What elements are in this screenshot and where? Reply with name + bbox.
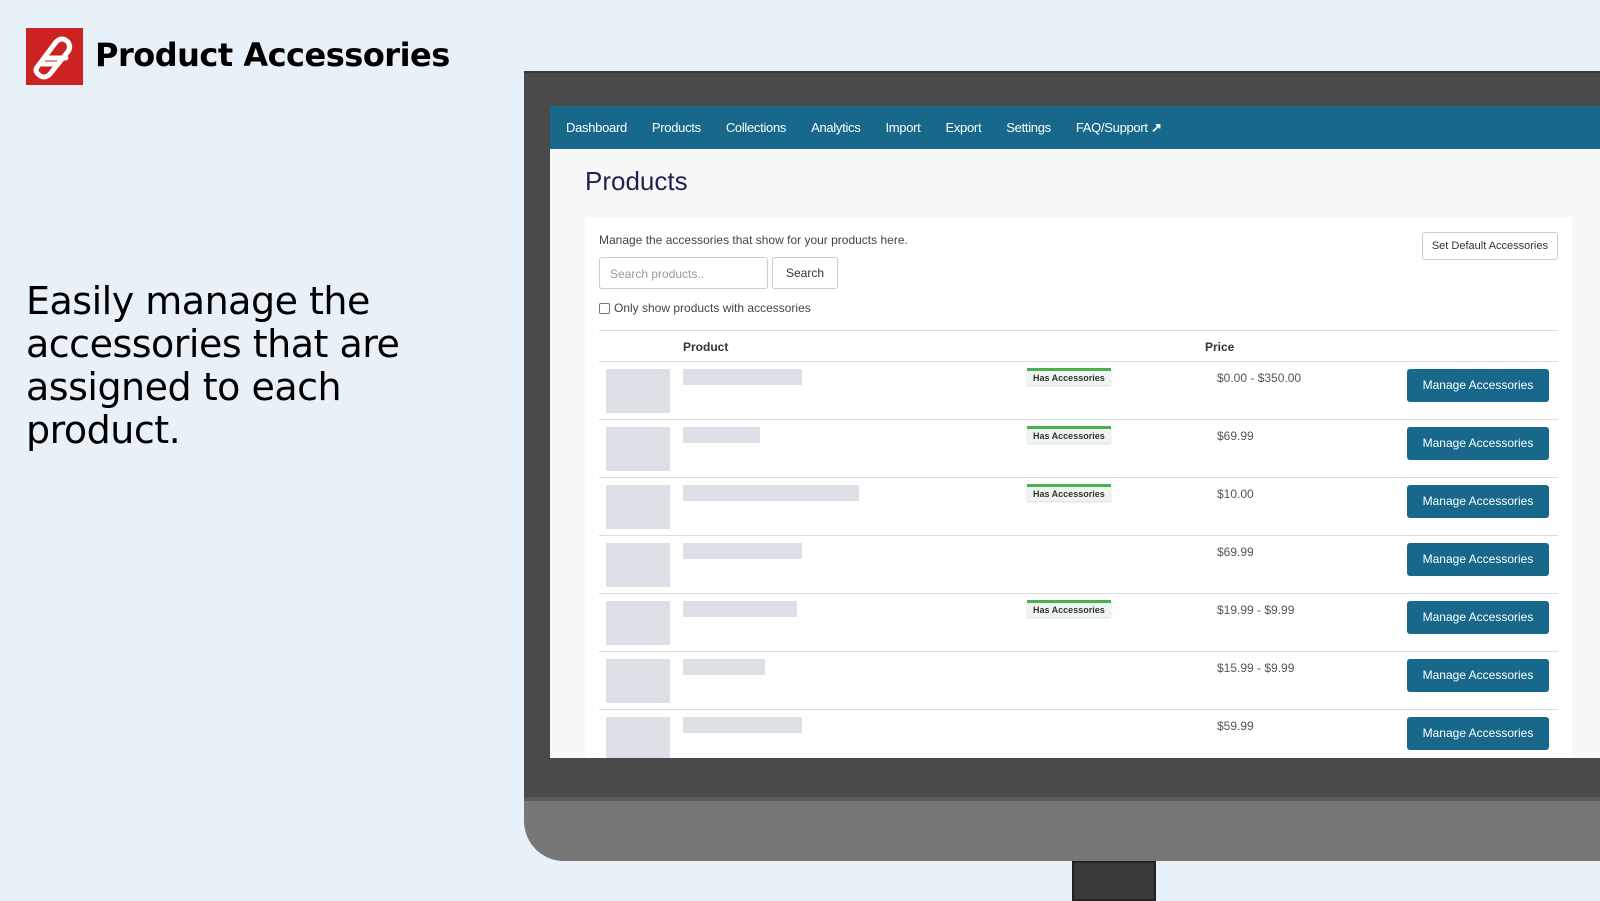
products-table: Product Price Has Accessories $0.00 - $35… — [599, 330, 1558, 758]
product-thumbnail — [606, 543, 670, 587]
product-thumbnail — [606, 369, 670, 413]
accessories-filter[interactable]: Only show products with accessories — [599, 301, 811, 315]
products-card: Manage the accessories that show for you… — [585, 217, 1572, 758]
monitor-chin — [524, 797, 1600, 861]
header-product: Product — [683, 340, 729, 354]
search-input[interactable]: Search products.. — [599, 257, 768, 289]
has-accessories-badge: Has Accessories — [1027, 426, 1111, 443]
product-name-redacted[interactable] — [683, 717, 802, 733]
product-name-redacted[interactable] — [683, 369, 802, 385]
nav-item-dashboard[interactable]: Dashboard — [566, 120, 627, 135]
external-link-icon: ↗ — [1147, 119, 1162, 135]
product-name-redacted[interactable] — [683, 659, 765, 675]
app-screen: Dashboard Products Collections Analytics Imp… — [550, 106, 1600, 758]
nav-item-collections[interactable]: Collections — [726, 120, 787, 135]
brand-title: Product Accessories — [95, 36, 450, 74]
nav-item-faq-support[interactable]: FAQ/Support ↗ — [1076, 120, 1162, 136]
filter-checkbox[interactable] — [599, 302, 610, 314]
manage-accessories-button[interactable]: Manage Accessories — [1407, 601, 1549, 634]
has-accessories-badge: Has Accessories — [1027, 368, 1111, 385]
table-row: Has Accessories $10.00 Manage Accessories — [599, 478, 1558, 536]
table-header: Product Price — [599, 330, 1558, 362]
nav-item-import[interactable]: Import — [885, 120, 920, 135]
manage-accessories-button[interactable]: Manage Accessories — [1407, 369, 1549, 402]
product-thumbnail — [606, 659, 670, 703]
product-price: $19.99 - $9.99 — [1217, 603, 1295, 617]
filter-label: Only show products with accessories — [614, 301, 811, 315]
nav-item-analytics[interactable]: Analytics — [811, 120, 861, 135]
header-price: Price — [1205, 340, 1235, 354]
manage-accessories-button[interactable]: Manage Accessories — [1407, 543, 1549, 576]
monitor-stand — [1072, 861, 1156, 901]
has-accessories-badge: Has Accessories — [1027, 484, 1111, 501]
table-row: $15.99 - $9.99 Manage Accessories — [599, 652, 1558, 710]
search-button[interactable]: Search — [772, 257, 838, 289]
manage-accessories-button[interactable]: Manage Accessories — [1407, 485, 1549, 518]
manage-accessories-button[interactable]: Manage Accessories — [1407, 659, 1549, 692]
page-description: Manage the accessories that show for you… — [599, 233, 908, 247]
product-name-redacted[interactable] — [683, 485, 859, 501]
table-row: $69.99 Manage Accessories — [599, 536, 1558, 594]
nav-item-export[interactable]: Export — [945, 120, 981, 135]
has-accessories-badge: Has Accessories — [1027, 600, 1111, 617]
product-thumbnail — [606, 485, 670, 529]
page-title: Products — [585, 166, 688, 196]
tagline: Easily manage the accessories that are a… — [26, 279, 400, 452]
app-logo — [26, 28, 83, 85]
product-name-redacted[interactable] — [683, 427, 760, 443]
nav-item-products[interactable]: Products — [652, 120, 701, 135]
product-thumbnail — [606, 717, 670, 758]
table-row: Has Accessories $69.99 Manage Accessories — [599, 420, 1558, 478]
manage-accessories-button[interactable]: Manage Accessories — [1407, 717, 1549, 750]
table-row: $59.99 Manage Accessories — [599, 710, 1558, 758]
product-price: $69.99 — [1217, 429, 1254, 443]
top-nav: Dashboard Products Collections Analytics Imp… — [550, 106, 1600, 149]
manage-accessories-button[interactable]: Manage Accessories — [1407, 427, 1549, 460]
product-price: $59.99 — [1217, 719, 1254, 733]
product-price: $10.00 — [1217, 487, 1254, 501]
product-name-redacted[interactable] — [683, 543, 802, 559]
table-row: Has Accessories $19.99 - $9.99 Manage Acc… — [599, 594, 1558, 652]
product-name-redacted[interactable] — [683, 601, 797, 617]
nav-item-settings[interactable]: Settings — [1006, 120, 1051, 135]
set-default-accessories-button[interactable]: Set Default Accessories — [1421, 232, 1558, 260]
product-price: $69.99 — [1217, 545, 1254, 559]
product-thumbnail — [606, 601, 670, 645]
nav-item-label: FAQ/Support — [1075, 119, 1148, 135]
product-thumbnail — [606, 427, 670, 471]
product-price: $15.99 - $9.99 — [1217, 661, 1295, 675]
table-row: Has Accessories $0.00 - $350.00 Manage Ac… — [599, 362, 1558, 420]
product-price: $0.00 - $350.00 — [1217, 371, 1302, 385]
